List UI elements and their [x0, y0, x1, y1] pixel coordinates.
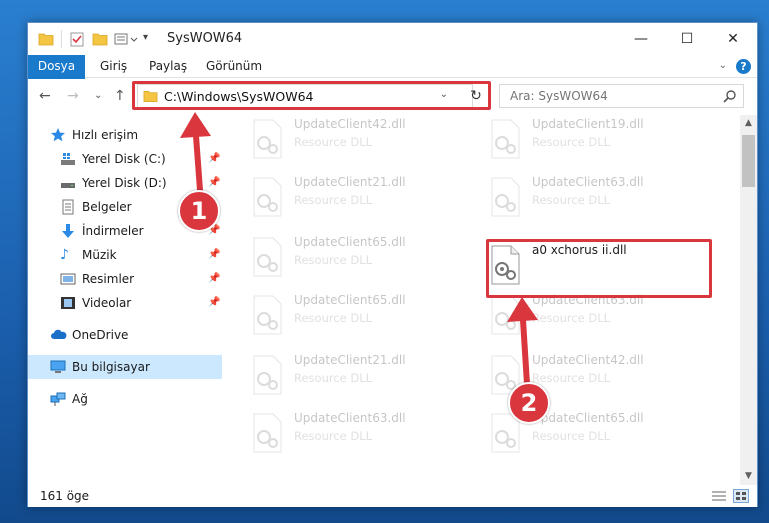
- scroll-down-icon[interactable]: ▼: [740, 468, 757, 485]
- file-list: UpdateClient42.dll Resource DLL UpdateCl…: [224, 115, 740, 485]
- list-item[interactable]: UpdateClient42.dll Resource DLL: [250, 115, 480, 171]
- sidebar-item-pictures[interactable]: Resimler 📌: [28, 267, 222, 291]
- vertical-scrollbar[interactable]: ▲ ▼: [740, 115, 757, 485]
- cloud-icon: [50, 327, 67, 343]
- toolbar-divider: [61, 30, 62, 48]
- dll-file-icon: [488, 177, 522, 217]
- dll-file-icon: [488, 119, 522, 159]
- computer-icon: [50, 359, 66, 375]
- target-file-highlight: [486, 239, 712, 298]
- sidebar-item-videos[interactable]: Videolar 📌: [28, 291, 222, 315]
- dll-file-icon: [250, 413, 284, 453]
- new-folder-icon[interactable]: [92, 31, 108, 47]
- scroll-up-icon[interactable]: ▲: [740, 115, 757, 132]
- search-icon[interactable]: [723, 89, 737, 106]
- search-box[interactable]: [499, 84, 744, 108]
- pin-icon[interactable]: 📌: [208, 243, 220, 267]
- download-arrow-icon: [60, 223, 76, 239]
- search-input[interactable]: [500, 85, 710, 107]
- recent-locations-icon[interactable]: ⌄: [94, 90, 102, 101]
- large-icons-view-icon[interactable]: [733, 489, 749, 503]
- list-item[interactable]: UpdateClient21.dll Resource DLL: [250, 173, 480, 229]
- pin-icon[interactable]: 📌: [208, 171, 220, 195]
- list-item[interactable]: UpdateClient63.dll Resource DLL: [488, 291, 718, 347]
- item-count: 161 öge: [40, 489, 90, 503]
- pin-icon[interactable]: 📌: [208, 267, 220, 291]
- details-view-icon[interactable]: [711, 489, 727, 503]
- sidebar-item-local-disk-c[interactable]: Yerel Disk (C:) 📌: [28, 147, 222, 171]
- navigation-pane: Hızlı erişim Yerel Disk (C:) 📌 Yerel Dis…: [28, 115, 222, 485]
- step-1-badge: 1: [178, 190, 220, 232]
- list-item[interactable]: UpdateClient65.dll Resource DLL: [250, 233, 480, 289]
- dll-file-icon: [250, 295, 284, 335]
- tab-view[interactable]: Görünüm: [206, 55, 262, 78]
- help-icon[interactable]: ?: [736, 59, 751, 74]
- network-icon: [50, 391, 66, 407]
- tab-home[interactable]: Giriş: [100, 55, 127, 78]
- sidebar-item-network[interactable]: Ağ: [28, 387, 222, 411]
- dll-file-icon: [250, 177, 284, 217]
- quick-access-dropdown-icon[interactable]: ▾: [143, 32, 148, 48]
- up-arrow-icon[interactable]: ↑: [114, 88, 126, 104]
- list-item[interactable]: UpdateClient19.dll Resource DLL: [488, 115, 718, 171]
- ribbon-tabs: Dosya Giriş Paylaş Görünüm ⌄ ?: [28, 55, 757, 111]
- list-item[interactable]: UpdateClient63.dll Resource DLL: [488, 173, 718, 229]
- dll-file-icon: [250, 355, 284, 395]
- sidebar-item-music[interactable]: ♪ Müzik 📌: [28, 243, 222, 267]
- back-arrow-icon[interactable]: ←: [39, 88, 51, 104]
- customize-toolbar-icon[interactable]: [114, 31, 140, 47]
- status-bar: 161 öge: [28, 485, 757, 507]
- explorer-window: ▾ SysWOW64 — ☐ ✕ Dosya Giriş Paylaş Görü…: [27, 22, 758, 507]
- sidebar-item-this-pc[interactable]: Bu bilgisayar: [28, 355, 222, 379]
- folder-icon[interactable]: [38, 31, 54, 47]
- list-item[interactable]: UpdateClient21.dll Resource DLL: [250, 351, 480, 407]
- documents-icon: [60, 199, 76, 215]
- drive-icon: [60, 175, 76, 191]
- tab-share[interactable]: Paylaş: [149, 55, 187, 78]
- dll-file-icon: [488, 295, 522, 335]
- scroll-thumb[interactable]: [742, 135, 755, 187]
- title-bar: ▾ SysWOW64 — ☐ ✕: [28, 23, 757, 55]
- dll-file-icon: [250, 237, 284, 277]
- sidebar-item-onedrive[interactable]: OneDrive: [28, 323, 222, 347]
- music-note-icon: ♪: [60, 247, 69, 263]
- maximize-button[interactable]: ☐: [664, 23, 710, 55]
- minimize-button[interactable]: —: [618, 23, 664, 55]
- film-icon: [60, 295, 76, 311]
- sidebar-item-quick-access[interactable]: Hızlı erişim: [28, 123, 222, 147]
- properties-icon[interactable]: [69, 31, 85, 47]
- close-button[interactable]: ✕: [710, 23, 756, 55]
- window-title: SysWOW64: [167, 31, 243, 46]
- star-icon: [50, 127, 66, 143]
- step-2-badge: 2: [508, 382, 550, 424]
- pictures-icon: [60, 271, 76, 287]
- address-bar-highlight: [132, 81, 491, 110]
- list-item[interactable]: UpdateClient63.dll Resource DLL: [250, 409, 480, 465]
- list-item[interactable]: UpdateClient65.dll Resource DLL: [250, 291, 480, 347]
- expand-ribbon-icon[interactable]: ⌄: [719, 60, 727, 71]
- forward-arrow-icon[interactable]: →: [67, 88, 79, 104]
- pin-icon[interactable]: 📌: [208, 147, 220, 171]
- dll-file-icon: [250, 119, 284, 159]
- pin-icon[interactable]: 📌: [208, 291, 220, 315]
- drive-windows-icon: [60, 151, 76, 167]
